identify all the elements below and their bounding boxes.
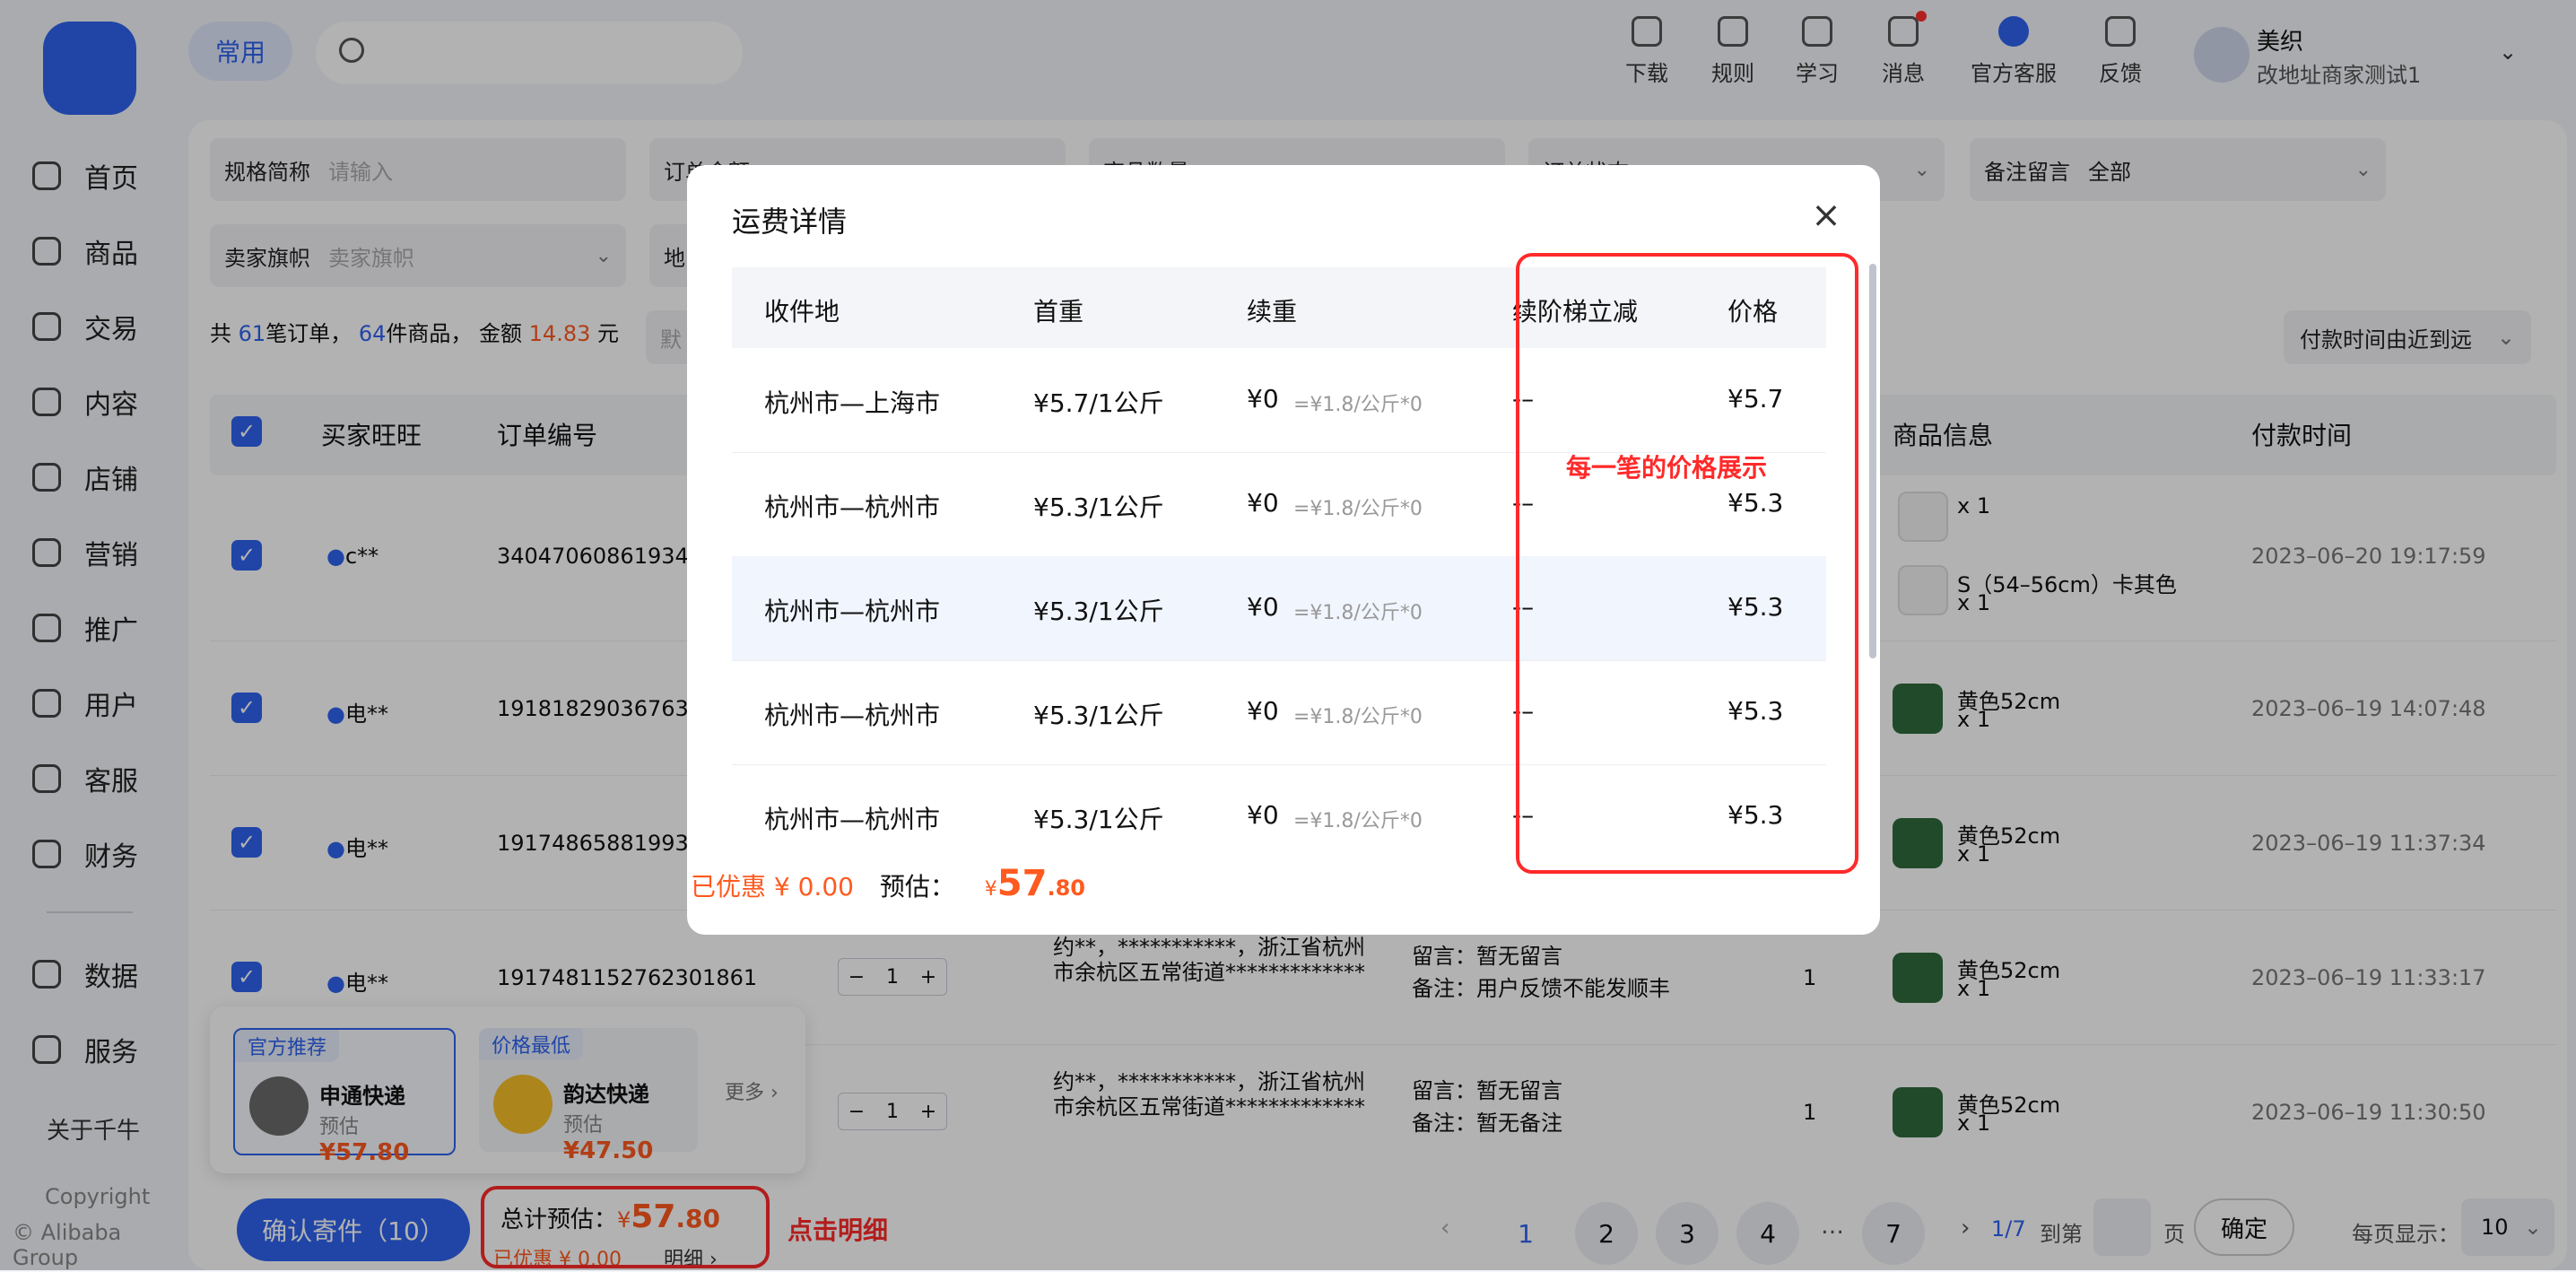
dialog-footer: 已优惠 ¥ 0.00 预估： ¥57.80 <box>691 863 1085 904</box>
col-first-weight: 首重 <box>1033 297 1084 327</box>
close-icon[interactable]: × <box>1808 197 1844 233</box>
shipping-fee-dialog: 运费详情 × 收件地 首重 续重 续阶梯立减 价格 杭州市—上海市 ¥5.7/1… <box>687 165 1880 935</box>
annotation-price-each: 每一笔的价格展示 <box>1566 453 1768 483</box>
annotation-frame-price <box>1516 253 1858 874</box>
col-destination: 收件地 <box>764 297 840 327</box>
dialog-title: 运费详情 <box>732 205 848 239</box>
dialog-estimate: 57 <box>996 863 1048 904</box>
col-extra-weight: 续重 <box>1247 297 1298 327</box>
dialog-scrollbar[interactable] <box>1869 264 1876 658</box>
dialog-discount: 已优惠 ¥ 0.00 <box>691 872 854 902</box>
